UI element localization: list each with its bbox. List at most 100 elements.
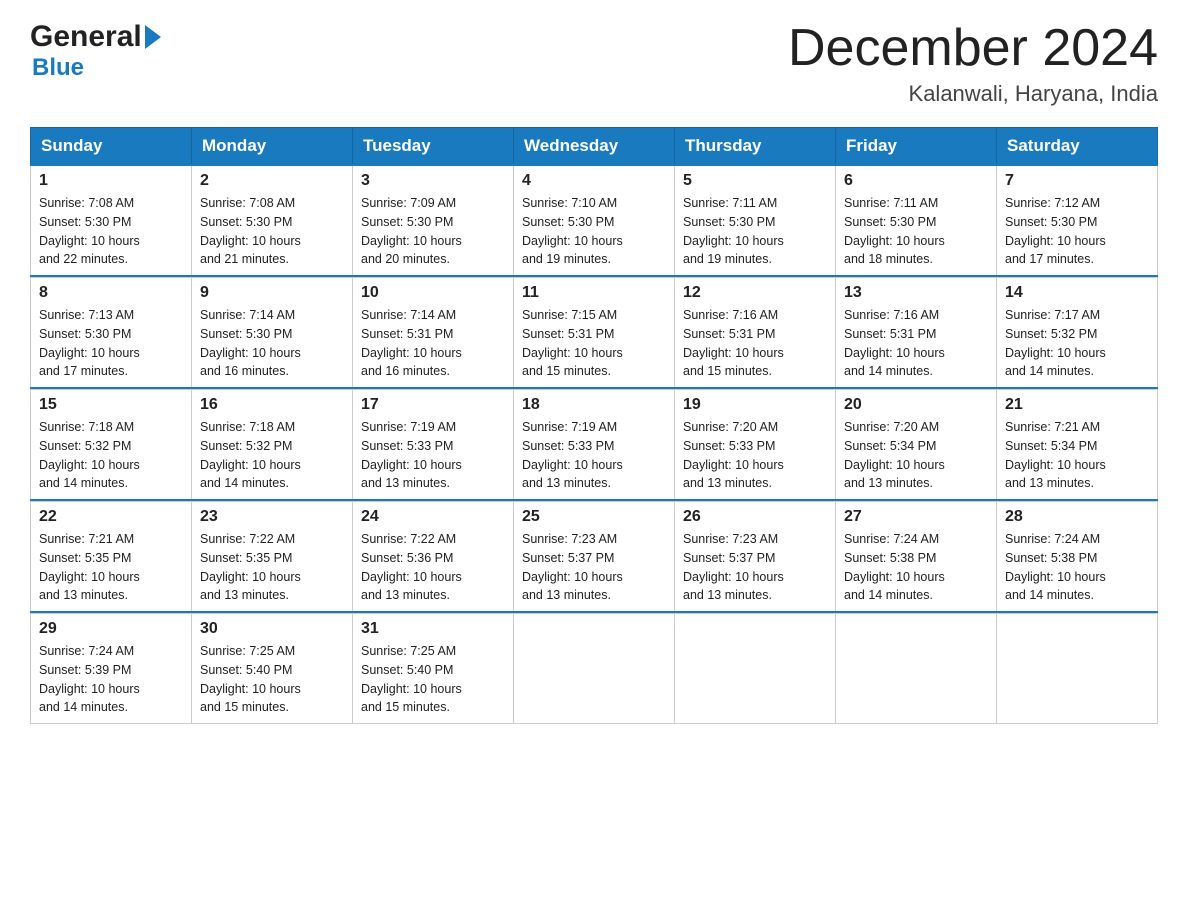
day-number: 28 — [1005, 508, 1149, 526]
calendar-day-cell — [997, 614, 1158, 724]
day-info: Sunrise: 7:11 AMSunset: 5:30 PMDaylight:… — [844, 194, 988, 269]
day-number: 17 — [361, 396, 505, 414]
location: Kalanwali, Haryana, India — [788, 81, 1158, 107]
day-info: Sunrise: 7:12 AMSunset: 5:30 PMDaylight:… — [1005, 194, 1149, 269]
day-info: Sunrise: 7:15 AMSunset: 5:31 PMDaylight:… — [522, 306, 666, 381]
day-number: 11 — [522, 284, 666, 302]
title-section: December 2024 Kalanwali, Haryana, India — [788, 20, 1158, 107]
calendar-table: SundayMondayTuesdayWednesdayThursdayFrid… — [30, 127, 1158, 724]
calendar-day-cell: 17 Sunrise: 7:19 AMSunset: 5:33 PMDayligh… — [353, 390, 514, 501]
calendar-day-cell: 15Sunrise: 7:18 AMSunset: 5:32 PMDayligh… — [31, 390, 192, 501]
day-info: Sunrise: 7:19 AMSunset: 5:33 PMDaylight:… — [361, 418, 505, 493]
day-info: Sunrise: 7:23 AMSunset: 5:37 PMDaylight:… — [522, 530, 666, 605]
day-info: Sunrise: 7:22 AMSunset: 5:36 PMDaylight:… — [361, 530, 505, 605]
calendar-day-cell: 8 Sunrise: 7:13 AMSunset: 5:30 PMDaylight… — [31, 278, 192, 389]
day-number: 10 — [361, 284, 505, 302]
calendar-day-cell: 14 Sunrise: 7:17 AMSunset: 5:32 PMDayligh… — [997, 278, 1158, 389]
calendar-day-cell: 10 Sunrise: 7:14 AMSunset: 5:31 PMDayligh… — [353, 278, 514, 389]
calendar-day-cell: 1 Sunrise: 7:08 AMSunset: 5:30 PMDaylight… — [31, 165, 192, 276]
day-number: 4 — [522, 172, 666, 190]
day-info: Sunrise: 7:08 AMSunset: 5:30 PMDaylight:… — [39, 194, 183, 269]
day-info: Sunrise: 7:16 AMSunset: 5:31 PMDaylight:… — [683, 306, 827, 381]
calendar-day-cell: 18Sunrise: 7:19 AMSunset: 5:33 PMDayligh… — [514, 390, 675, 501]
calendar-day-cell — [675, 614, 836, 724]
calendar-day-cell: 12 Sunrise: 7:16 AMSunset: 5:31 PMDayligh… — [675, 278, 836, 389]
calendar-day-cell: 28Sunrise: 7:24 AMSunset: 5:38 PMDayligh… — [997, 502, 1158, 613]
calendar-day-cell — [836, 614, 997, 724]
page-header: General Blue December 2024 Kalanwali, Ha… — [30, 20, 1158, 107]
day-number: 24 — [361, 508, 505, 526]
day-number: 9 — [200, 284, 344, 302]
calendar-day-cell: 20Sunrise: 7:20 AMSunset: 5:34 PMDayligh… — [836, 390, 997, 501]
day-info: Sunrise: 7:21 AMSunset: 5:34 PMDaylight:… — [1005, 418, 1149, 493]
day-info: Sunrise: 7:10 AMSunset: 5:30 PMDaylight:… — [522, 194, 666, 269]
calendar-day-cell — [514, 614, 675, 724]
day-number: 18 — [522, 396, 666, 414]
day-info: Sunrise: 7:13 AMSunset: 5:30 PMDaylight:… — [39, 306, 183, 381]
calendar-day-cell: 3Sunrise: 7:09 AMSunset: 5:30 PMDaylight… — [353, 165, 514, 276]
day-info: Sunrise: 7:08 AMSunset: 5:30 PMDaylight:… — [200, 194, 344, 269]
calendar-day-cell: 31 Sunrise: 7:25 AMSunset: 5:40 PMDayligh… — [353, 614, 514, 724]
day-number: 3 — [361, 172, 505, 190]
calendar-day-cell: 27 Sunrise: 7:24 AMSunset: 5:38 PMDayligh… — [836, 502, 997, 613]
day-number: 14 — [1005, 284, 1149, 302]
calendar-header-row: SundayMondayTuesdayWednesdayThursdayFrid… — [31, 128, 1158, 166]
calendar-day-cell: 24 Sunrise: 7:22 AMSunset: 5:36 PMDayligh… — [353, 502, 514, 613]
day-number: 26 — [683, 508, 827, 526]
day-of-week-header: Monday — [192, 128, 353, 166]
calendar-week-row: 1 Sunrise: 7:08 AMSunset: 5:30 PMDaylight… — [31, 165, 1158, 276]
day-info: Sunrise: 7:20 AMSunset: 5:34 PMDaylight:… — [844, 418, 988, 493]
day-of-week-header: Thursday — [675, 128, 836, 166]
month-title: December 2024 — [788, 20, 1158, 77]
day-number: 12 — [683, 284, 827, 302]
day-number: 27 — [844, 508, 988, 526]
day-number: 7 — [1005, 172, 1149, 190]
day-number: 22 — [39, 508, 183, 526]
calendar-day-cell: 26 Sunrise: 7:23 AMSunset: 5:37 PMDayligh… — [675, 502, 836, 613]
day-info: Sunrise: 7:24 AMSunset: 5:38 PMDaylight:… — [844, 530, 988, 605]
calendar-day-cell: 25Sunrise: 7:23 AMSunset: 5:37 PMDayligh… — [514, 502, 675, 613]
calendar-day-cell: 21 Sunrise: 7:21 AMSunset: 5:34 PMDayligh… — [997, 390, 1158, 501]
day-number: 21 — [1005, 396, 1149, 414]
day-info: Sunrise: 7:24 AMSunset: 5:39 PMDaylight:… — [39, 642, 183, 717]
calendar-day-cell: 4 Sunrise: 7:10 AMSunset: 5:30 PMDaylight… — [514, 165, 675, 276]
calendar-day-cell: 29Sunrise: 7:24 AMSunset: 5:39 PMDayligh… — [31, 614, 192, 724]
calendar-day-cell: 9 Sunrise: 7:14 AMSunset: 5:30 PMDaylight… — [192, 278, 353, 389]
calendar-week-row: 15Sunrise: 7:18 AMSunset: 5:32 PMDayligh… — [31, 390, 1158, 501]
day-info: Sunrise: 7:17 AMSunset: 5:32 PMDaylight:… — [1005, 306, 1149, 381]
calendar-day-cell: 2Sunrise: 7:08 AMSunset: 5:30 PMDaylight… — [192, 165, 353, 276]
day-info: Sunrise: 7:16 AMSunset: 5:31 PMDaylight:… — [844, 306, 988, 381]
day-number: 30 — [200, 620, 344, 638]
day-number: 1 — [39, 172, 183, 190]
day-info: Sunrise: 7:23 AMSunset: 5:37 PMDaylight:… — [683, 530, 827, 605]
day-info: Sunrise: 7:18 AMSunset: 5:32 PMDaylight:… — [200, 418, 344, 493]
calendar-week-row: 29Sunrise: 7:24 AMSunset: 5:39 PMDayligh… — [31, 614, 1158, 724]
calendar-day-cell: 22 Sunrise: 7:21 AMSunset: 5:35 PMDayligh… — [31, 502, 192, 613]
day-number: 19 — [683, 396, 827, 414]
logo-blue: Blue — [32, 54, 84, 82]
logo: General Blue — [30, 20, 161, 82]
calendar-day-cell: 13 Sunrise: 7:16 AMSunset: 5:31 PMDayligh… — [836, 278, 997, 389]
day-of-week-header: Friday — [836, 128, 997, 166]
day-number: 23 — [200, 508, 344, 526]
calendar-day-cell: 23Sunrise: 7:22 AMSunset: 5:35 PMDayligh… — [192, 502, 353, 613]
day-number: 31 — [361, 620, 505, 638]
day-number: 5 — [683, 172, 827, 190]
calendar-day-cell: 5Sunrise: 7:11 AMSunset: 5:30 PMDaylight… — [675, 165, 836, 276]
day-number: 6 — [844, 172, 988, 190]
day-number: 8 — [39, 284, 183, 302]
calendar-day-cell: 7 Sunrise: 7:12 AMSunset: 5:30 PMDaylight… — [997, 165, 1158, 276]
day-number: 13 — [844, 284, 988, 302]
day-info: Sunrise: 7:21 AMSunset: 5:35 PMDaylight:… — [39, 530, 183, 605]
day-info: Sunrise: 7:14 AMSunset: 5:30 PMDaylight:… — [200, 306, 344, 381]
logo-arrow-icon — [145, 25, 161, 49]
calendar-day-cell: 19Sunrise: 7:20 AMSunset: 5:33 PMDayligh… — [675, 390, 836, 501]
day-of-week-header: Saturday — [997, 128, 1158, 166]
day-info: Sunrise: 7:25 AMSunset: 5:40 PMDaylight:… — [200, 642, 344, 717]
calendar-week-row: 8 Sunrise: 7:13 AMSunset: 5:30 PMDaylight… — [31, 278, 1158, 389]
day-info: Sunrise: 7:18 AMSunset: 5:32 PMDaylight:… — [39, 418, 183, 493]
calendar-day-cell: 11 Sunrise: 7:15 AMSunset: 5:31 PMDayligh… — [514, 278, 675, 389]
day-number: 16 — [200, 396, 344, 414]
day-info: Sunrise: 7:25 AMSunset: 5:40 PMDaylight:… — [361, 642, 505, 717]
day-info: Sunrise: 7:14 AMSunset: 5:31 PMDaylight:… — [361, 306, 505, 381]
